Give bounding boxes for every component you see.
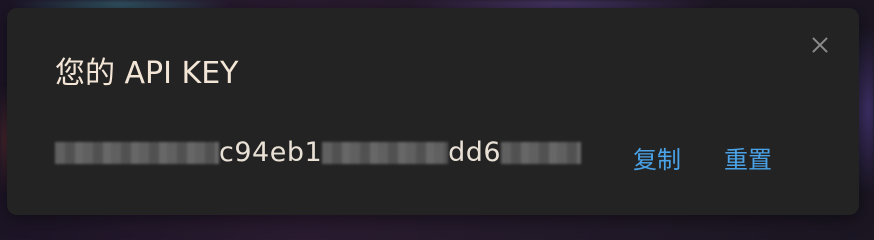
api-key-segment: c94eb1 bbox=[219, 137, 323, 168]
api-key-segment: dd6 bbox=[448, 137, 502, 168]
reset-button[interactable]: 重置 bbox=[724, 143, 772, 177]
redacted-segment bbox=[55, 142, 219, 164]
redacted-segment bbox=[501, 142, 582, 164]
api-key-dialog: 您的 API KEY c94eb1 dd6 复制 重置 bbox=[7, 8, 859, 215]
close-icon[interactable] bbox=[807, 32, 833, 58]
redacted-segment bbox=[322, 142, 449, 164]
dialog-title: 您的 API KEY bbox=[55, 56, 239, 91]
api-key-value: c94eb1 dd6 bbox=[55, 136, 582, 170]
copy-button[interactable]: 复制 bbox=[633, 143, 681, 177]
